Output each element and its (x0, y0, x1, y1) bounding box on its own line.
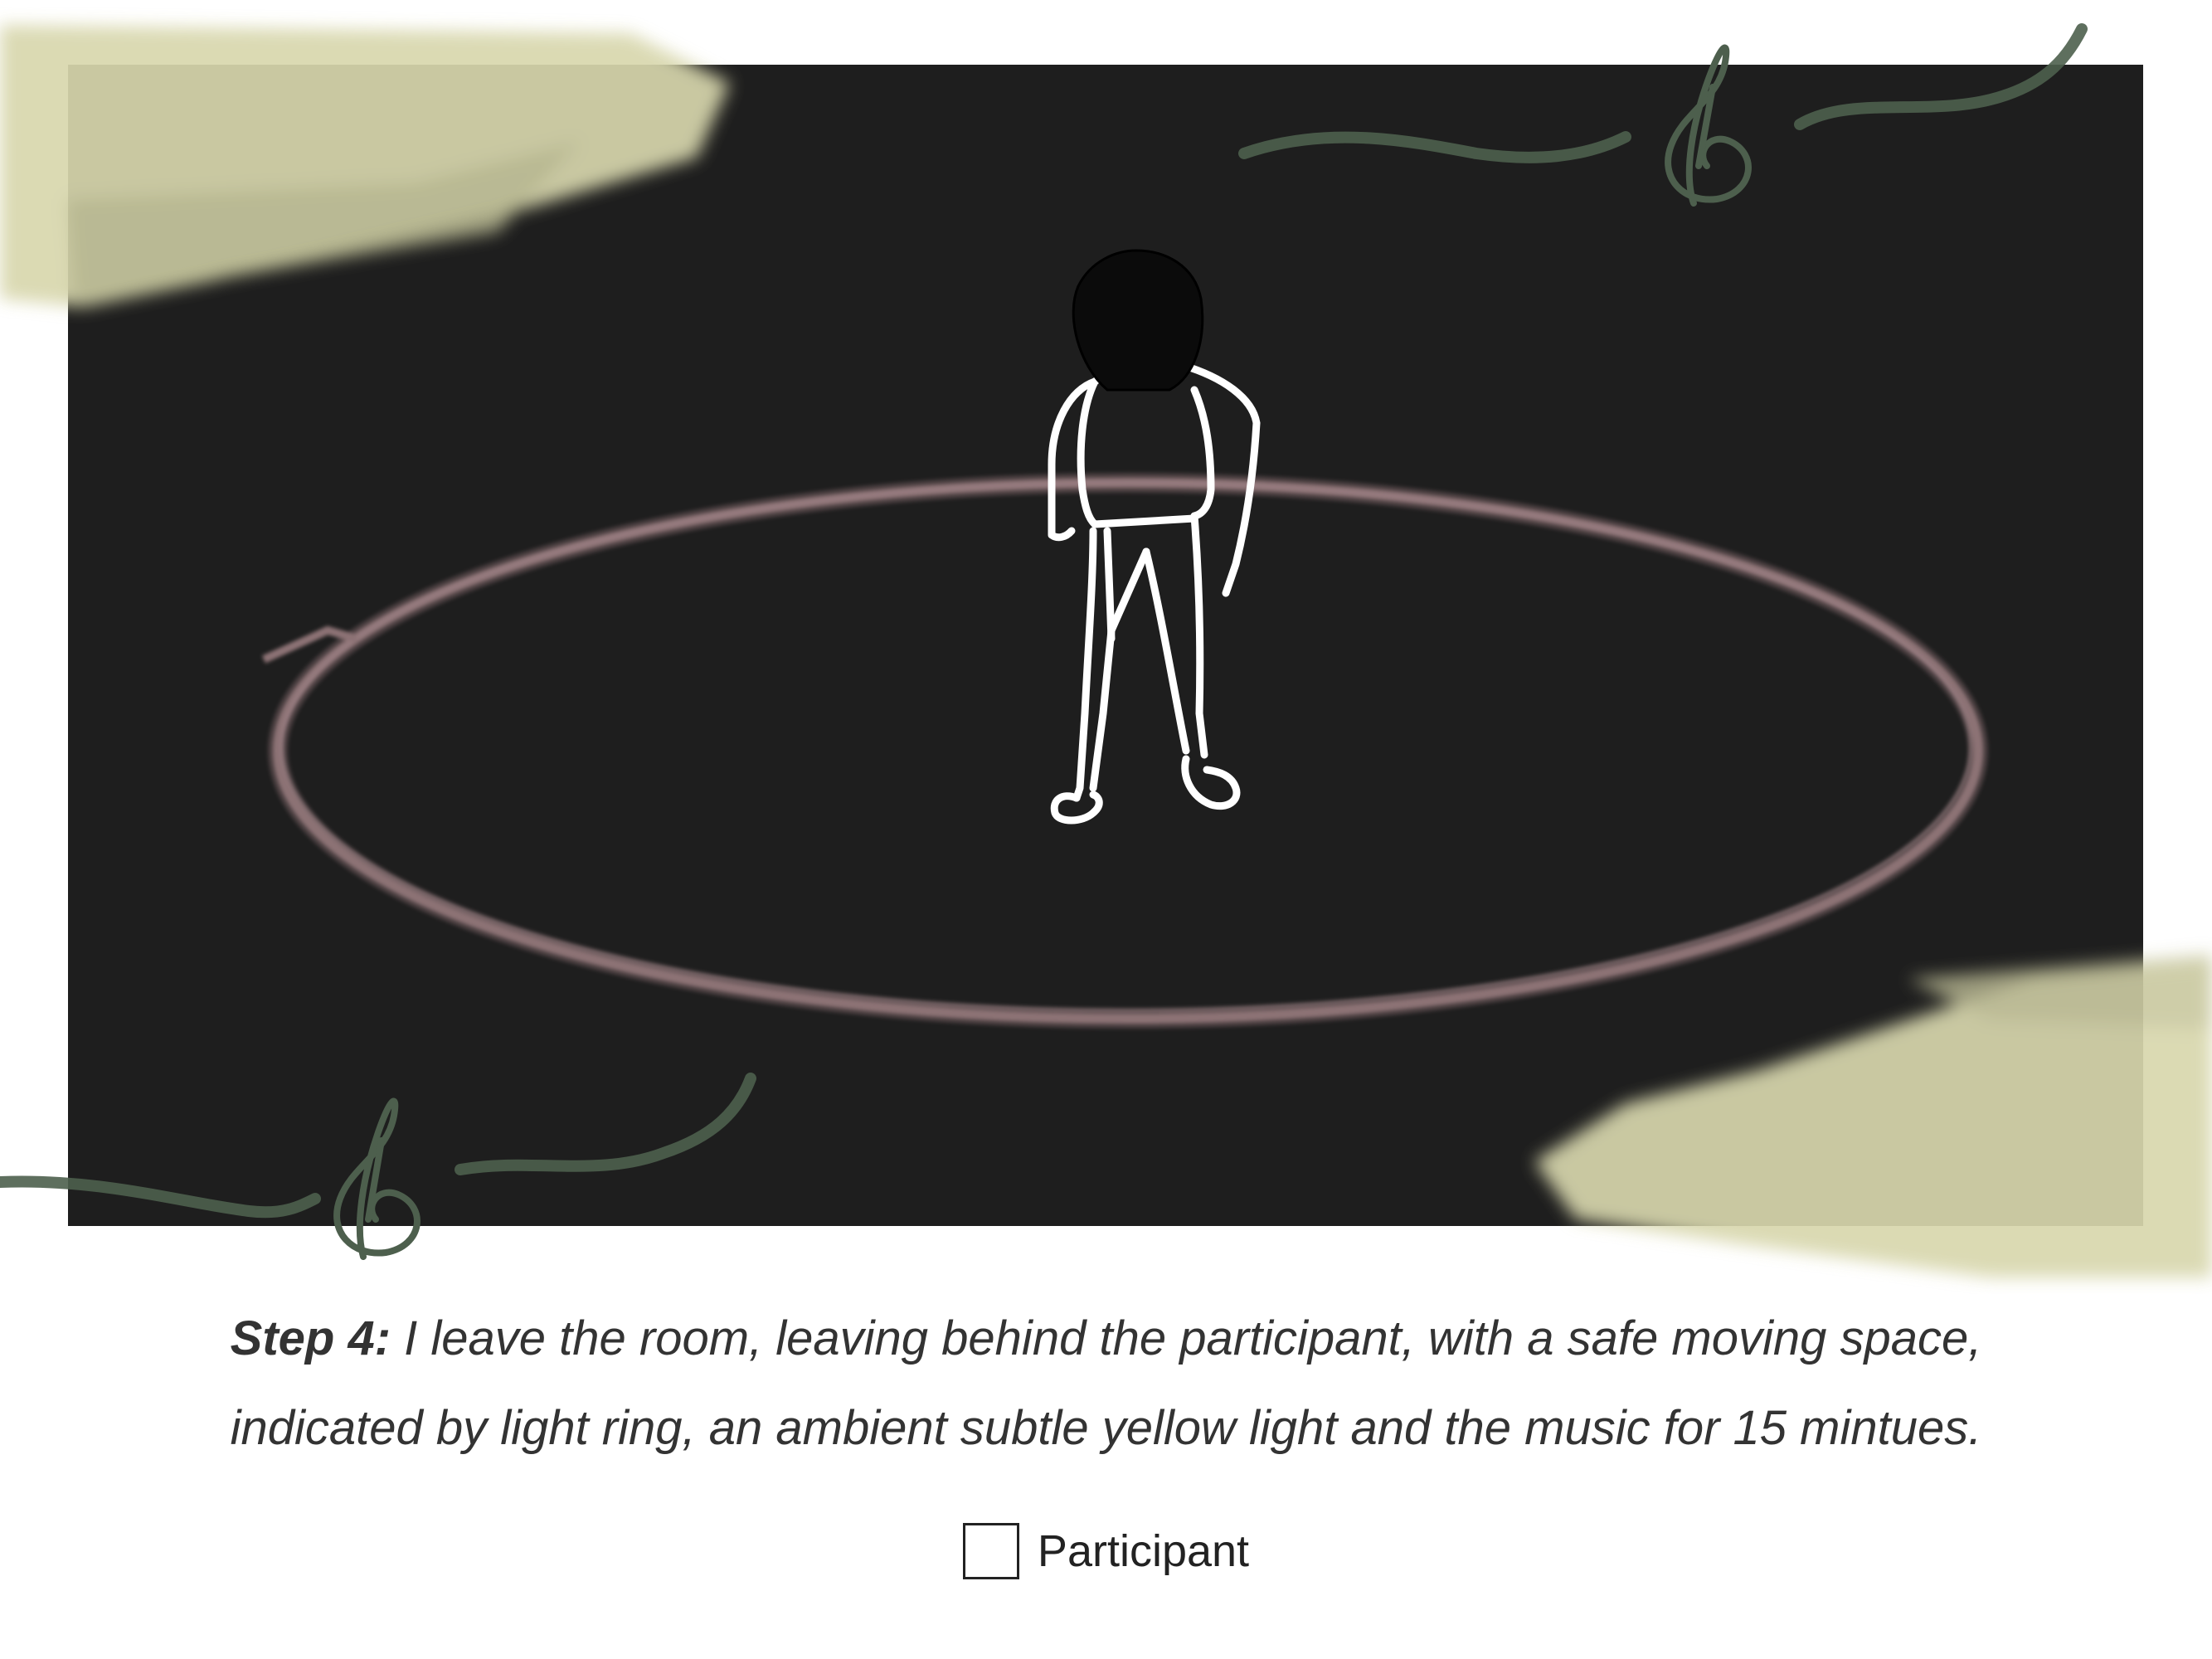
step-caption: Step 4: I leave the room, leaving behind… (0, 1294, 2212, 1473)
storyboard-page: Step 4: I leave the room, leaving behind… (0, 0, 2212, 1659)
caption-text-1: I leave the room, leaving behind the par… (404, 1311, 1982, 1365)
participant-head (1072, 249, 1204, 392)
room-scene (0, 23, 2212, 1277)
step-label: Step 4: (230, 1311, 391, 1365)
legend: Participant (0, 1523, 2212, 1579)
legend-label: Participant (1037, 1526, 1250, 1576)
caption-line-1: Step 4: I leave the room, leaving behind… (0, 1294, 2212, 1384)
legend-swatch (962, 1523, 1019, 1579)
caption-line-2: indicated by light ring, an ambient subt… (230, 1401, 1982, 1455)
